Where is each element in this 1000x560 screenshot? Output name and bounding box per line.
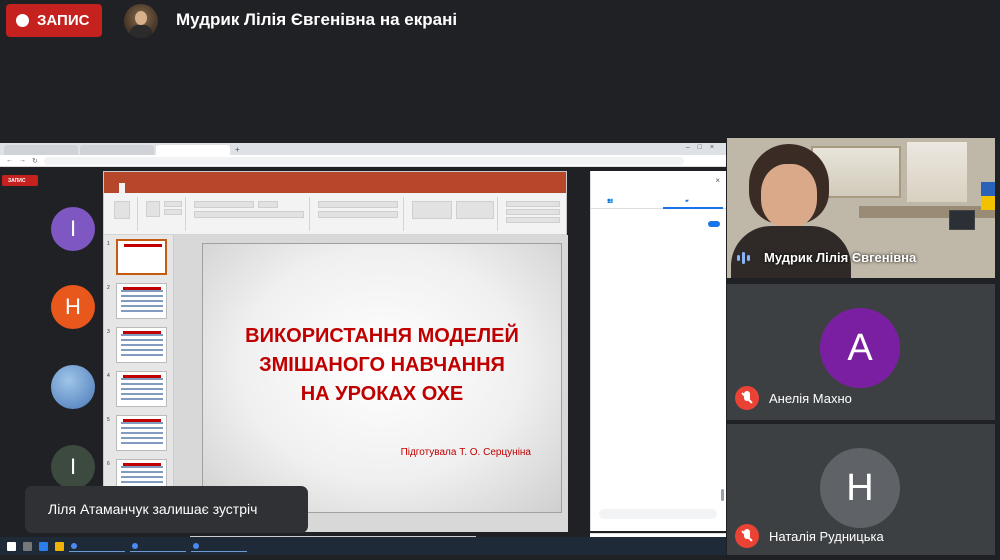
slide-number: 3 <box>107 329 110 335</box>
windows-taskbar <box>0 537 726 555</box>
ribbon-group <box>502 197 564 231</box>
slide-number: 4 <box>107 373 110 379</box>
chat-toggle[interactable] <box>708 221 720 227</box>
ribbon-group <box>142 197 186 231</box>
forward-icon: → <box>19 157 26 164</box>
speaking-indicator-icon <box>737 251 750 264</box>
self-video-tile: Мудрик Лілія Євгенівна <box>727 138 995 278</box>
ppt-ribbon-tabs <box>104 183 566 193</box>
slide-author: Підготувала Т. О. Серцуніна <box>400 447 531 458</box>
participant-name: Наталія Рудницька <box>769 528 884 544</box>
people-tab-icon[interactable]: 👥 <box>607 198 613 204</box>
slide-title: ВИКОРИСТАННЯ МОДЕЛЕЙ ЗМІШАНОГО НАВЧАННЯ … <box>245 325 519 405</box>
powerpoint-window: 1 2 3 4 5 6 ВИКОРИСТАННЯ МОДЕЛЕЙ ЗМІШАНО… <box>103 171 568 532</box>
ribbon-group <box>190 197 310 231</box>
reload-icon: ↻ <box>32 157 38 165</box>
ppt-ribbon <box>104 193 566 235</box>
participant-avatar: I <box>51 445 95 489</box>
slide-number: 6 <box>107 461 110 467</box>
chat-input[interactable] <box>599 509 717 519</box>
participant-name: Анелія Махно <box>769 390 852 406</box>
ribbon-group <box>408 197 498 231</box>
chat-tab-icon[interactable]: ▰ <box>685 198 689 204</box>
panel-tabs: 👥 ▰ <box>591 195 726 209</box>
mic-off-icon <box>735 386 759 410</box>
participant-label: Наталія Рудницька <box>735 524 884 548</box>
ppt-title-bar <box>104 172 566 183</box>
browser-tab <box>156 145 230 155</box>
slide-thumbnail[interactable] <box>116 239 167 275</box>
window-controls-icon: –□× <box>685 144 722 151</box>
self-name-label: Мудрик Лілія Євгенівна <box>737 250 916 265</box>
ribbon-group <box>108 197 138 231</box>
globe-avatar-icon <box>51 365 95 409</box>
leave-notification-toast: Ліля Атаманчук залишає зустріч <box>25 486 308 533</box>
windows-start-icon[interactable] <box>7 541 16 551</box>
close-icon[interactable]: × <box>715 176 720 185</box>
slide-number: 2 <box>107 285 110 291</box>
participant-tile: A Анелія Махно <box>727 284 995 420</box>
record-dot-icon <box>16 14 29 27</box>
taskbar-app[interactable] <box>191 540 247 552</box>
browser-tab <box>80 145 154 155</box>
search-icon[interactable] <box>23 541 32 551</box>
ribbon-group <box>314 197 404 231</box>
folder-icon[interactable] <box>55 541 64 551</box>
taskbar-app[interactable] <box>69 540 125 552</box>
participant-avatar: A <box>820 308 900 388</box>
participant-avatar: I <box>51 207 95 251</box>
recording-badge[interactable]: ЗАПИС <box>6 4 102 37</box>
slide-number: 1 <box>107 241 110 247</box>
taskbar-app-icon[interactable] <box>39 541 48 551</box>
slide-number: 5 <box>107 417 110 423</box>
slide-thumbnail[interactable] <box>116 283 167 319</box>
browser-tab <box>4 145 78 155</box>
presenter-title: Мудрик Лілія Євгенівна на екрані <box>176 10 458 29</box>
mini-recording-badge: ЗАПИС <box>2 175 38 186</box>
presenter-avatar <box>124 4 158 38</box>
participant-avatar: Н <box>820 448 900 528</box>
browser-tab-strip: + –□× <box>0 143 726 155</box>
participant-tile: Н Наталія Рудницька <box>727 424 995 555</box>
active-tab-indicator <box>663 207 723 209</box>
participant-avatar: Н <box>51 285 95 329</box>
slide-thumbnail[interactable] <box>116 415 167 451</box>
meet-window: ЗАПИС Мудрик Лілія Євгенівна на екрані +… <box>0 0 1000 560</box>
taskbar-app[interactable] <box>130 540 186 552</box>
chat-scrollbar[interactable] <box>721 489 724 501</box>
mic-off-icon <box>735 524 759 548</box>
address-bar <box>43 156 684 165</box>
participant-label: Анелія Махно <box>735 386 852 410</box>
meeting-details-panel: × 👥 ▰ <box>590 171 726 531</box>
current-slide: ВИКОРИСТАННЯ МОДЕЛЕЙ ЗМІШАНОГО НАВЧАННЯ … <box>202 243 562 513</box>
browser-address-row: ← → ↻ <box>0 155 726 167</box>
slide-thumbnail[interactable] <box>116 371 167 407</box>
slide-thumbnail[interactable] <box>116 327 167 363</box>
ppt-tab <box>119 183 125 193</box>
flag-icon <box>981 182 995 196</box>
recording-label: ЗАПИС <box>37 12 90 29</box>
new-tab-icon: + <box>235 145 240 154</box>
back-icon: ← <box>6 157 13 164</box>
